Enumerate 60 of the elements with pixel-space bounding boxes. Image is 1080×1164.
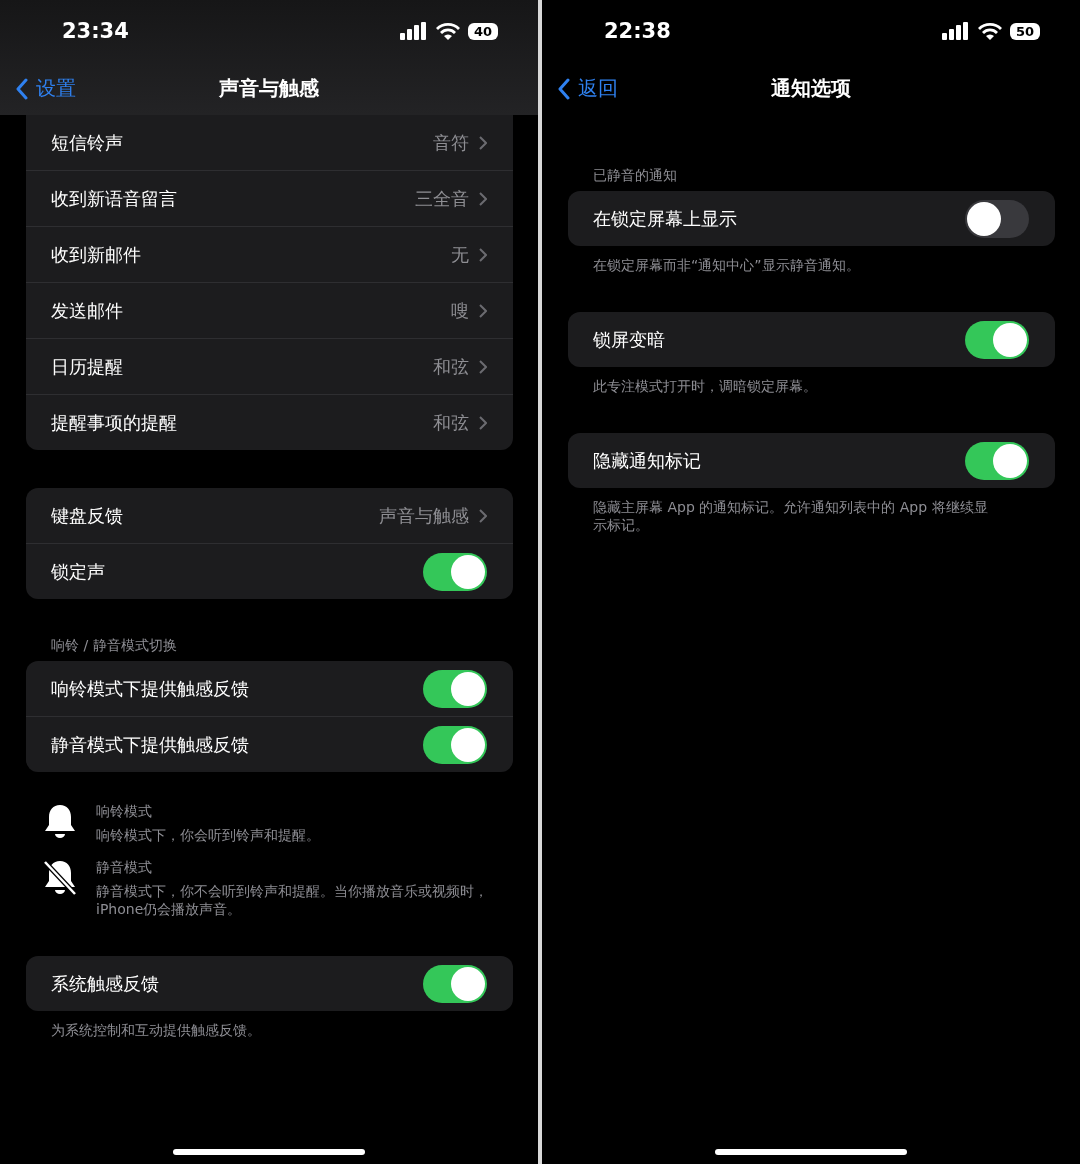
row-label: 静音模式下提供触感反馈: [51, 732, 250, 757]
wifi-icon: [435, 22, 460, 40]
row-value[interactable]: 三全音: [415, 186, 487, 211]
chevron-icon: [479, 247, 487, 262]
mode-description: 响铃模式下，你会听到铃声和提醒。: [96, 826, 320, 844]
wifi-icon: [977, 22, 1002, 40]
row-label: 收到新语音留言: [51, 186, 178, 211]
chevron-icon: [479, 303, 487, 318]
mode-title: 静音模式: [96, 858, 153, 876]
row-label: 发送邮件: [51, 298, 124, 323]
back-chevron-icon[interactable]: [558, 77, 570, 100]
toggle-switch[interactable]: [965, 441, 1029, 480]
chevron-icon: [479, 415, 487, 430]
toggle-switch[interactable]: [423, 552, 487, 591]
chevron-icon: [479, 508, 487, 523]
row-label: 锁屏变暗: [593, 327, 666, 352]
mode-description: 静音模式下，你不会听到铃声和提醒。当你播放音乐或视频时，iPhone仍会播放声音。: [96, 882, 489, 918]
row-value[interactable]: 和弦: [433, 354, 487, 379]
bell-slash-icon: [42, 858, 78, 898]
toggle-switch[interactable]: [965, 199, 1029, 238]
toggle-switch[interactable]: [423, 725, 487, 764]
signal-icon: [399, 22, 428, 40]
back-button[interactable]: 设置: [16, 75, 76, 102]
chevron-icon: [479, 359, 487, 374]
row-label: 锁定声: [51, 559, 106, 584]
section-footer: 隐藏主屏幕 App 的通知标记。允许通知列表中的 App 将继续显示标记。: [542, 488, 1080, 534]
row-value[interactable]: 无: [451, 242, 487, 267]
row-label: 提醒事项的提醒: [51, 410, 178, 435]
section-footer: 为系统控制和互动提供触感反馈。: [0, 1011, 538, 1039]
row-value[interactable]: 音符: [433, 130, 487, 155]
chevron-icon: [479, 135, 487, 150]
row-value[interactable]: 嗖: [451, 298, 487, 323]
row-label: 系统触感反馈: [51, 971, 160, 996]
page-title: 通知选项: [771, 75, 851, 102]
page-title: 声音与触感: [219, 75, 319, 102]
row-label: 收到新邮件: [51, 242, 142, 267]
section-header: 响铃 / 静音模式切换: [50, 637, 178, 655]
row-value[interactable]: 和弦: [433, 410, 487, 435]
row-label: 键盘反馈: [51, 503, 124, 528]
status-time: 22:38: [604, 19, 671, 43]
section-footer: 此专注模式打开时，调暗锁定屏幕。: [542, 367, 1080, 395]
mode-title: 响铃模式: [96, 802, 153, 820]
battery-level: 40: [467, 22, 498, 40]
row-value[interactable]: 声音与触感: [379, 503, 487, 528]
back-chevron-icon[interactable]: [16, 77, 28, 100]
row-label: 响铃模式下提供触感反馈: [51, 676, 250, 701]
section-header: 已静音的通知: [592, 167, 678, 185]
signal-icon: [941, 22, 970, 40]
status-time: 23:34: [62, 19, 129, 43]
section-footer: 在锁定屏幕而非“通知中心”显示静音通知。: [542, 246, 1080, 274]
row-label: 在锁定屏幕上显示: [593, 206, 738, 231]
toggle-switch[interactable]: [965, 320, 1029, 359]
toggle-switch[interactable]: [423, 669, 487, 708]
toggle-switch[interactable]: [423, 964, 487, 1003]
row-label: 日历提醒: [51, 354, 124, 379]
battery-level: 50: [1009, 22, 1040, 40]
row-label: 隐藏通知标记: [593, 448, 702, 473]
chevron-icon: [479, 191, 487, 206]
back-button[interactable]: 返回: [558, 75, 618, 102]
row-label: 短信铃声: [51, 130, 124, 155]
